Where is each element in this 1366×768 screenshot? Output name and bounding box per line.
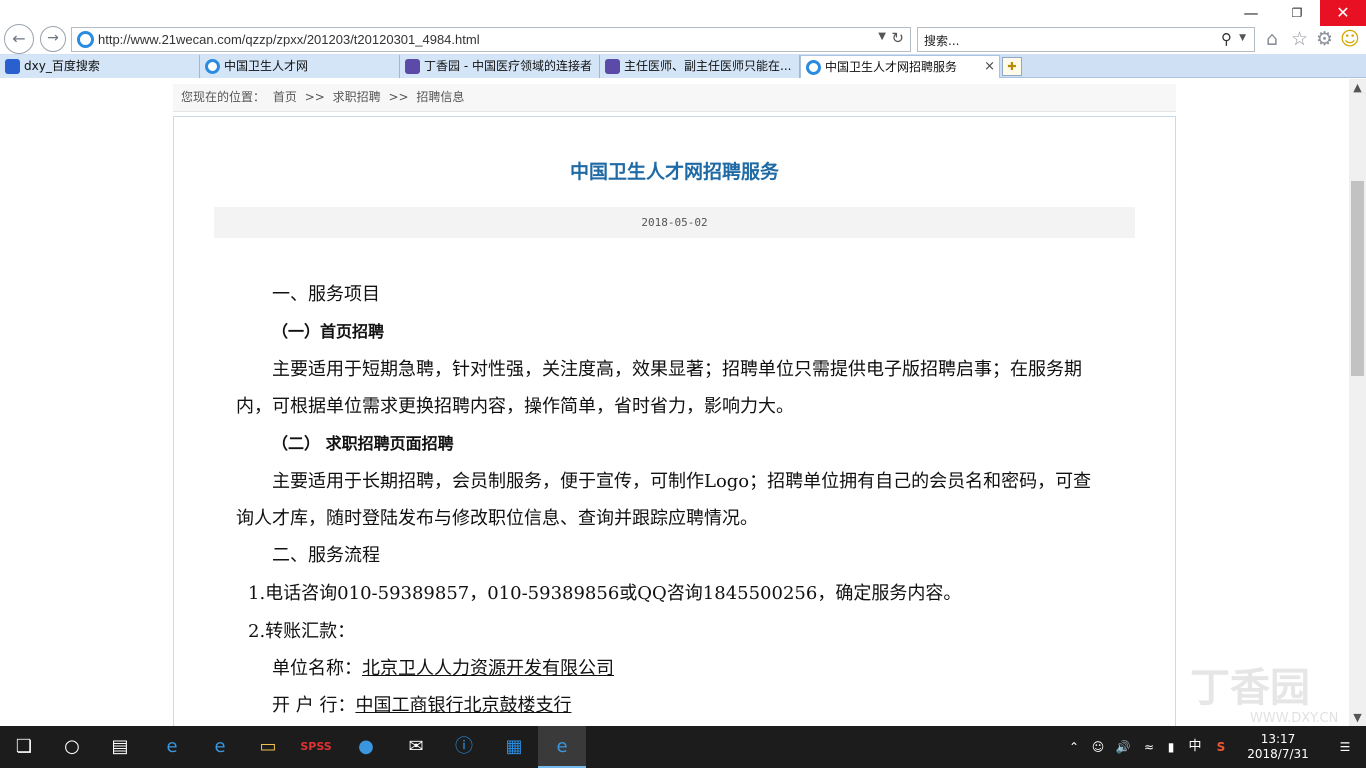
sub2-paragraph-line2: 询人才库，随时登陆发布与修改职位信息、查询并跟踪应聘情况。 xyxy=(236,508,758,529)
tab-close-icon[interactable]: × xyxy=(984,56,995,78)
page-title: 中国卫生人才网招聘服务 xyxy=(569,161,779,183)
volume-icon[interactable]: 🔊 xyxy=(1112,726,1134,768)
internet-explorer-icon[interactable]: e xyxy=(196,726,244,768)
bank-value: 中国工商银行北京鼓楼支行 xyxy=(355,695,572,716)
home-icon[interactable]: ⌂ xyxy=(1266,27,1278,51)
ie-icon xyxy=(806,60,821,75)
network-icon[interactable]: ≈ xyxy=(1138,726,1160,768)
dxy-icon xyxy=(605,59,620,74)
tab-label: 中国卫生人才网 xyxy=(224,59,309,73)
tab-baidu-search[interactable]: dxy_百度搜索 xyxy=(0,55,200,78)
new-tab-button[interactable]: ✚ xyxy=(1002,57,1022,76)
breadcrumb-separator: >> xyxy=(388,90,409,104)
breadcrumb-prefix: 您现在的位置： xyxy=(181,90,266,104)
ie-icon xyxy=(205,59,220,74)
close-window-button[interactable]: ✕ xyxy=(1320,0,1366,26)
tab-label: 丁香园 - 中国医疗领域的连接者 xyxy=(424,59,592,73)
scroll-thumb[interactable] xyxy=(1351,181,1364,376)
favorites-star-icon[interactable]: ☆ xyxy=(1291,27,1308,51)
tab-dxy-home[interactable]: 丁香园 - 中国医疗领域的连接者 xyxy=(400,55,600,78)
browser-toolbar: ← → http://www.21wecan.com/qzzp/zpxx/201… xyxy=(0,0,1366,54)
breadcrumb-home-link[interactable]: 首页 xyxy=(273,90,297,104)
sub1-paragraph-line2: 内，可根据单位需求更换招聘内容，操作简单，省时省力，影响力大。 xyxy=(236,396,794,417)
address-dropdown-icon[interactable]: ▼ xyxy=(878,31,886,42)
restore-button[interactable]: ❐ xyxy=(1274,0,1320,26)
refresh-icon[interactable]: ↻ xyxy=(891,29,904,47)
k-app-icon[interactable]: ⓘ xyxy=(440,726,488,768)
unit-name-row: 单位名称：北京卫人人力资源开发有限公司 xyxy=(272,654,614,680)
breadcrumb: 您现在的位置： 首页 >> 求职招聘 >> 招聘信息 xyxy=(173,84,1176,112)
search-icon[interactable]: ⚲ xyxy=(1221,30,1232,48)
clock-date: 2018/7/31 xyxy=(1247,747,1309,761)
edge-icon[interactable]: e xyxy=(148,726,196,768)
sub1-paragraph-line1: 主要适用于短期急聘，针对性强，关注度高，效果显著；招聘单位只需提供电子版招聘启事… xyxy=(272,359,1082,380)
taskbar: ❏ ○ ▤ e e ▭ SPSS ● ✉ ⓘ ▦ e ⌃ ☺ 🔊 ≈ ▮ 中 S… xyxy=(0,726,1366,768)
sub1-heading: （一）首页招聘 xyxy=(272,322,385,341)
clock-time: 13:17 xyxy=(1260,732,1296,746)
search-input[interactable]: 搜索... ⚲ ▼ xyxy=(917,27,1255,52)
unit-name-value: 北京卫人人力资源开发有限公司 xyxy=(362,658,614,679)
battery-icon[interactable]: ▮ xyxy=(1160,726,1182,768)
search-dropdown-icon[interactable]: ▼ xyxy=(1239,33,1246,43)
tab-dxy-article[interactable]: 主任医师、副主任医师只能在... xyxy=(600,55,800,78)
baidu-icon xyxy=(5,59,20,74)
sub2-heading: （二） 求职招聘页面招聘 xyxy=(272,434,454,453)
tab-label: dxy_百度搜索 xyxy=(24,59,100,73)
internet-explorer-active-icon[interactable]: e xyxy=(538,726,586,768)
chart-app-icon[interactable]: ▦ xyxy=(490,726,538,768)
ie-page-icon xyxy=(77,31,94,48)
bank-label: 开 户 行： xyxy=(272,695,356,716)
system-clock[interactable]: 13:17 2018/7/31 xyxy=(1238,726,1318,768)
address-bar[interactable]: http://www.21wecan.com/qzzp/zpxx/201203/… xyxy=(71,27,911,52)
tab-label: 中国卫生人才网招聘服务 xyxy=(825,60,958,74)
tab-strip: dxy_百度搜索 中国卫生人才网 丁香园 - 中国医疗领域的连接者 主任医师、副… xyxy=(0,54,1366,78)
windows-start-icon[interactable]: ❏ xyxy=(0,726,48,768)
notification-center-icon[interactable]: ☰ xyxy=(1330,726,1360,768)
dxy-icon xyxy=(405,59,420,74)
browser-s-icon[interactable]: ● xyxy=(342,726,390,768)
minimize-button[interactable]: — xyxy=(1228,0,1274,26)
publish-date: 2018-05-02 xyxy=(214,207,1135,238)
cortana-search-icon[interactable]: ○ xyxy=(48,726,96,768)
sogou-ime-icon[interactable]: S xyxy=(1210,726,1232,768)
scroll-down-arrow-icon[interactable]: ▼ xyxy=(1349,709,1366,726)
ime-indicator[interactable]: 中 xyxy=(1186,726,1204,768)
breadcrumb-jobs-link[interactable]: 求职招聘 xyxy=(333,90,381,104)
feedback-smiley-icon[interactable]: ☺ xyxy=(1340,27,1360,51)
forward-button[interactable]: → xyxy=(40,26,66,52)
task-view-icon[interactable]: ▤ xyxy=(96,726,144,768)
vertical-scrollbar[interactable]: ▲ ▼ xyxy=(1349,79,1366,726)
tray-expand-icon[interactable]: ⌃ xyxy=(1065,726,1083,768)
file-explorer-icon[interactable]: ▭ xyxy=(244,726,292,768)
tray-app-icon[interactable]: ☺ xyxy=(1087,726,1109,768)
sub2-paragraph-line1: 主要适用于长期招聘，会员制服务，便于宣传，可制作Logo；招聘单位拥有自己的会员… xyxy=(272,471,1092,492)
unit-name-label: 单位名称： xyxy=(272,658,362,679)
tab-21wecan[interactable]: 中国卫生人才网 xyxy=(200,55,400,78)
breadcrumb-separator: >> xyxy=(304,90,325,104)
bank-row: 开 户 行：中国工商银行北京鼓楼支行 xyxy=(272,691,571,717)
back-button[interactable]: ← xyxy=(4,24,34,54)
tab-label: 主任医师、副主任医师只能在... xyxy=(624,59,792,73)
page-viewport: 您现在的位置： 首页 >> 求职招聘 >> 招聘信息 中国卫生人才网招聘服务 2… xyxy=(0,79,1349,726)
process-step1: 1.电话咨询010-59389857，010-59389856或QQ咨询1845… xyxy=(248,583,962,604)
mail-icon[interactable]: ✉ xyxy=(392,726,440,768)
process-step2: 2.转账汇款： xyxy=(248,621,356,642)
search-placeholder[interactable]: 搜索... xyxy=(924,32,959,49)
scroll-up-arrow-icon[interactable]: ▲ xyxy=(1349,79,1366,96)
gear-icon[interactable]: ⚙ xyxy=(1316,27,1333,51)
section1-heading: 一、服务项目 xyxy=(272,284,380,305)
spss-icon[interactable]: SPSS xyxy=(292,726,340,768)
tab-recruitment-service[interactable]: 中国卫生人才网招聘服务 × xyxy=(800,55,1000,78)
url-text[interactable]: http://www.21wecan.com/qzzp/zpxx/201203/… xyxy=(98,32,480,47)
breadcrumb-recruit-link[interactable]: 招聘信息 xyxy=(416,90,464,104)
section2-heading: 二、服务流程 xyxy=(272,545,380,566)
